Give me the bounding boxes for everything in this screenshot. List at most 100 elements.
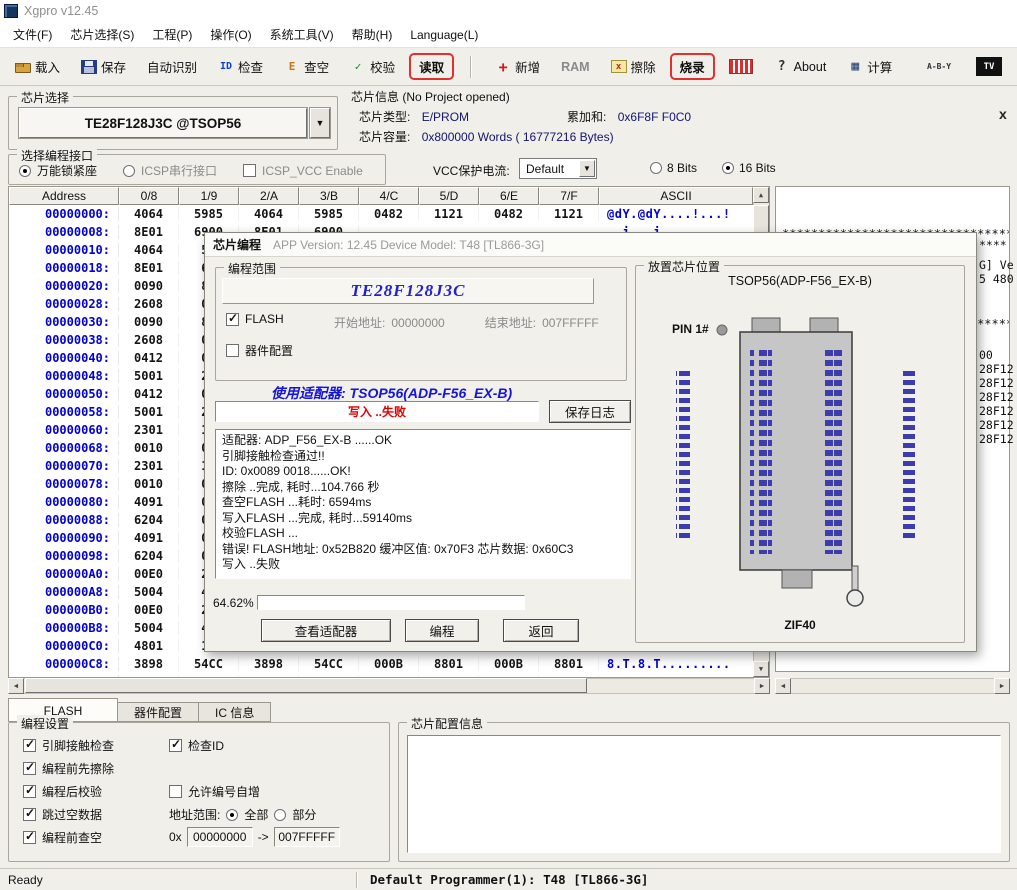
hex-cell[interactable]: 4801 (119, 639, 179, 653)
erase-before-checkbox[interactable]: 编程前先擦除 (23, 760, 114, 777)
checkbox[interactable] (23, 739, 36, 752)
hex-cell[interactable]: 5001 (119, 405, 179, 419)
menu-item-4[interactable]: 系统工具(V) (261, 23, 343, 46)
checkbox[interactable] (23, 808, 36, 821)
hex-cell[interactable]: 0090 (119, 315, 179, 329)
hex-cell[interactable]: 3898 (119, 657, 179, 671)
hex-cell[interactable]: 2608 (119, 297, 179, 311)
hex-cell[interactable]: 1121 (539, 207, 599, 221)
skip-blank-checkbox[interactable]: 跳过空数据 (23, 806, 102, 823)
range-all-radio[interactable] (226, 809, 238, 821)
checkbox[interactable] (23, 785, 36, 798)
scroll-left-icon[interactable]: ◄ (775, 678, 791, 694)
toolbar-add-device-button[interactable]: +新增 (488, 52, 547, 81)
hex-cell[interactable]: 0090 (119, 279, 179, 293)
verify-after-checkbox[interactable]: 编程后校验 (23, 783, 102, 800)
hex-cell[interactable]: 8E01 (119, 225, 179, 239)
program-button[interactable]: 编程 (405, 619, 479, 642)
chevron-down-icon[interactable]: ▼ (310, 108, 330, 138)
scroll-left-icon[interactable]: ◄ (8, 678, 24, 694)
hex-cell[interactable]: 6204 (119, 549, 179, 563)
hex-cell[interactable]: 000B (359, 657, 419, 671)
hex-cell[interactable]: 0482 (479, 207, 539, 221)
hex-cell[interactable]: 8801 (419, 657, 479, 671)
horizontal-scrollbar[interactable]: ◄ ► (8, 678, 770, 694)
hex-cell[interactable]: 5985 (299, 207, 359, 221)
horizontal-scrollbar[interactable]: ◄ ► (775, 678, 1010, 694)
hex-cell[interactable]: 4064 (239, 207, 299, 221)
hex-cell[interactable]: 3898 (239, 657, 299, 671)
hex-cell[interactable]: 00E0 (119, 603, 179, 617)
serial-increment-checkbox[interactable]: 允许编号自增 (169, 783, 260, 800)
checkbox[interactable] (169, 785, 182, 798)
checkbox[interactable] (169, 739, 182, 752)
toolbar-ic-test-button[interactable] (722, 54, 760, 79)
toolbar-program-button[interactable]: 烧录 (670, 53, 715, 80)
toolbar-calculator-button[interactable]: ▦计算 (840, 52, 899, 81)
hex-cell[interactable]: 0010 (119, 477, 179, 491)
scroll-right-icon[interactable]: ► (994, 678, 1010, 694)
hex-cell[interactable]: 2301 (119, 459, 179, 473)
vcc-current-select[interactable]: Default ▼ (519, 158, 597, 179)
icsp-radio[interactable] (123, 165, 135, 177)
hex-cell[interactable]: 8E01 (119, 261, 179, 275)
checkbox[interactable] (23, 831, 36, 844)
hex-cell[interactable]: 5004 (119, 621, 179, 635)
checkbox[interactable] (23, 762, 36, 775)
hex-cell[interactable]: 5985 (179, 207, 239, 221)
toolbar-read-button[interactable]: 读取 (409, 53, 454, 80)
hex-cell[interactable]: 5001 (119, 369, 179, 383)
hex-cell[interactable]: 000B (479, 657, 539, 671)
range-part-radio[interactable] (274, 809, 286, 821)
scroll-right-icon[interactable]: ► (754, 678, 770, 694)
scrollbar-thumb[interactable] (25, 678, 587, 693)
universal-socket-radio[interactable] (19, 165, 31, 177)
hex-cell[interactable]: 2301 (119, 423, 179, 437)
hex-cell[interactable]: 54CC (299, 657, 359, 671)
toolbar-about-button[interactable]: ?About (767, 54, 834, 80)
chevron-down-icon[interactable]: ▼ (579, 160, 595, 177)
icsp-vcc-checkbox[interactable] (243, 164, 256, 177)
toolbar-erase-button[interactable]: x擦除 (604, 52, 663, 81)
hex-cell[interactable]: 2608 (119, 333, 179, 347)
hex-cell[interactable]: 4064 (119, 243, 179, 257)
toolbar-check-id-button[interactable]: ID检查 (211, 52, 270, 81)
hex-cell[interactable]: 4064 (119, 207, 179, 221)
close-icon[interactable]: x (999, 106, 1007, 122)
hex-cell[interactable]: 0010 (119, 441, 179, 455)
flash-checkbox[interactable] (226, 313, 239, 326)
hex-cell[interactable]: 0412 (119, 387, 179, 401)
16bits-radio[interactable] (722, 162, 734, 174)
dialog-title-bar[interactable]: 芯片编程 APP Version: 12.45 Device Model: T4… (205, 233, 976, 257)
hex-cell[interactable]: 54CC (179, 657, 239, 671)
start-address-input[interactable]: 00000000 (187, 827, 253, 847)
toolbar-blank-check-button[interactable]: E查空 (277, 52, 336, 81)
toolbar-ram-test-button[interactable]: RAM (554, 55, 596, 79)
menu-item-6[interactable]: Language(L) (401, 25, 487, 45)
hex-cell[interactable]: 0412 (119, 351, 179, 365)
chip-select-combobox[interactable]: TE28F128J3C @TSOP56 (19, 108, 307, 138)
blank-check-before-checkbox[interactable]: 编程前查空 (23, 829, 102, 846)
menu-item-2[interactable]: 工程(P) (143, 23, 201, 46)
menu-item-0[interactable]: 文件(F) (4, 23, 61, 46)
hex-cell[interactable]: 6204 (119, 513, 179, 527)
hex-cell[interactable]: 4091 (119, 495, 179, 509)
toolbar-load-button[interactable]: 载入 (8, 52, 67, 81)
hex-cell[interactable]: 5004 (119, 585, 179, 599)
menu-item-5[interactable]: 帮助(H) (343, 23, 402, 46)
back-button[interactable]: 返回 (503, 619, 579, 642)
hex-cell[interactable]: 0482 (359, 207, 419, 221)
8bits-radio[interactable] (650, 162, 662, 174)
toolbar-logic-test-button[interactable]: A-B-Y (916, 54, 962, 80)
toolbar-tv-button[interactable]: TV (969, 52, 1009, 81)
menu-item-1[interactable]: 芯片选择(S) (61, 23, 143, 46)
toolbar-auto-detect-button[interactable]: 自动识别 (140, 52, 204, 81)
end-address-input[interactable]: 007FFFFF (274, 827, 340, 847)
save-log-button[interactable]: 保存日志 (549, 400, 631, 423)
hex-cell[interactable]: 4091 (119, 531, 179, 545)
tab-2[interactable]: IC 信息 (198, 702, 271, 722)
check-id-checkbox[interactable]: 检查ID (169, 737, 224, 754)
tab-1[interactable]: 器件配置 (117, 702, 199, 722)
device-config-checkbox[interactable] (226, 344, 239, 357)
menu-item-3[interactable]: 操作(O) (201, 23, 260, 46)
